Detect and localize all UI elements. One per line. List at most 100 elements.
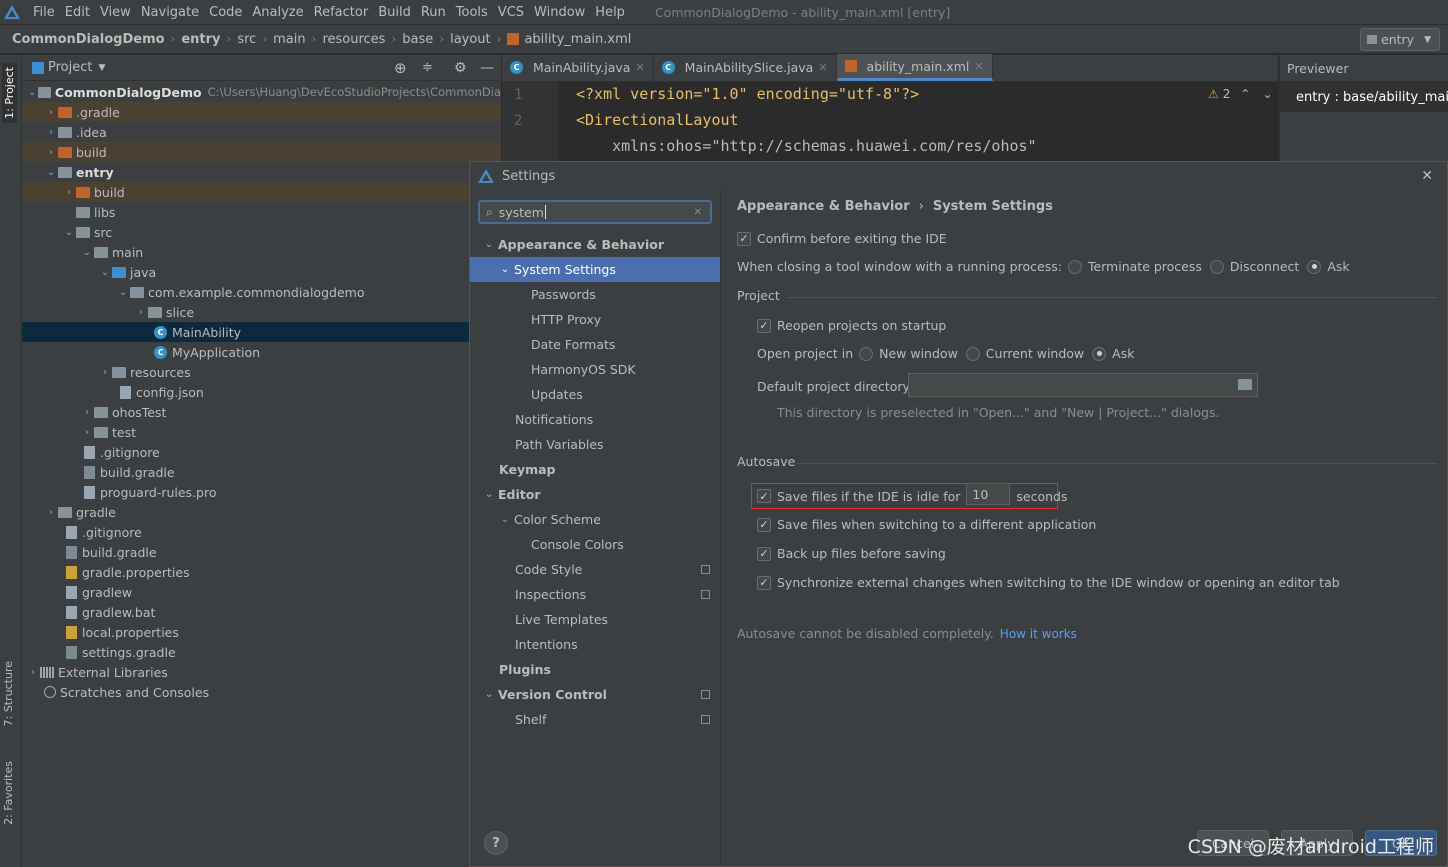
nav-version-control[interactable]: ⌄ Version Control (470, 682, 720, 707)
tree-item[interactable]: .gitignore (22, 442, 501, 462)
favorites-tool-tab[interactable]: 2: Favorites (2, 761, 15, 825)
breadcrumb-base[interactable]: base (402, 32, 433, 47)
close-icon[interactable]: ✕ (1421, 168, 1433, 184)
nav-appearance-behavior[interactable]: ⌄ Appearance & Behavior (470, 232, 720, 257)
tree-item[interactable]: ⌄ main (22, 242, 501, 262)
folder-browse-icon[interactable] (1238, 379, 1252, 390)
tree-item[interactable]: config.json (22, 382, 501, 402)
project-panel-title[interactable]: Project (48, 60, 92, 75)
tree-item[interactable]: › .gradle (22, 102, 501, 122)
tree-item[interactable]: .gitignore (22, 522, 501, 542)
menu-file[interactable]: File (28, 5, 60, 20)
tree-item[interactable]: › External Libraries (22, 662, 501, 682)
tree-item[interactable]: proguard-rules.pro (22, 482, 501, 502)
nav-notifications[interactable]: Notifications (470, 407, 720, 432)
confirm-exit-row[interactable]: ✓ Confirm before exiting the IDE (737, 231, 947, 246)
backup-row[interactable]: ✓ Back up files before saving (757, 546, 946, 561)
tree-item[interactable]: ⌄ CommonDialogDemo C:\Users\Huang\DevEcoSt… (22, 82, 501, 102)
menu-edit[interactable]: Edit (60, 5, 95, 20)
tree-item[interactable]: › slice (22, 302, 501, 322)
tree-item[interactable]: C MainAbility (22, 322, 501, 342)
nav-shelf[interactable]: Shelf (470, 707, 720, 732)
tree-item[interactable]: gradle.properties (22, 562, 501, 582)
settings-search-input[interactable]: ⌕ system ✕ (478, 200, 712, 224)
chevron-down-icon[interactable]: ⌄ (1262, 87, 1272, 101)
tree-item[interactable]: build.gradle (22, 462, 501, 482)
tab-mainabilityslice[interactable]: C MainAbilitySlice.java ✕ (654, 54, 837, 81)
help-button[interactable]: ? (484, 831, 508, 855)
tree-item[interactable]: settings.gradle (22, 642, 501, 662)
menu-help[interactable]: Help (590, 5, 630, 20)
structure-tool-tab[interactable]: 7: Structure (2, 661, 15, 726)
nav-passwords[interactable]: Passwords (470, 282, 720, 307)
radio-ask[interactable] (1092, 346, 1107, 361)
breadcrumb-file[interactable]: ability_main.xml (524, 32, 631, 47)
radio-new-window[interactable] (859, 346, 874, 361)
breadcrumb-project[interactable]: CommonDialogDemo (12, 32, 165, 47)
tree-item[interactable]: › gradle (22, 502, 501, 522)
close-icon[interactable]: ✕ (818, 61, 827, 74)
backup-checkbox[interactable]: ✓ (757, 546, 771, 561)
save-idle-checkbox[interactable]: ✓ (757, 489, 771, 503)
nav-color-scheme[interactable]: ⌄ Color Scheme (470, 507, 720, 532)
nav-http-proxy[interactable]: HTTP Proxy (470, 307, 720, 332)
save-switch-row[interactable]: ✓ Save files when switching to a differen… (757, 517, 1096, 532)
menu-tools[interactable]: Tools (451, 5, 493, 20)
tree-item[interactable]: local.properties (22, 622, 501, 642)
nav-code-style[interactable]: Code Style (470, 557, 720, 582)
tab-mainability[interactable]: C MainAbility.java ✕ (502, 54, 654, 81)
code-editor[interactable]: 1 2 <?xml version="1.0" encoding="utf-8"… (502, 82, 1278, 162)
reopen-checkbox[interactable]: ✓ (757, 318, 771, 333)
chevron-up-icon[interactable]: ⌃ (1240, 87, 1250, 101)
tree-item[interactable]: › ohosTest (22, 402, 501, 422)
gear-icon[interactable]: ⚙ (454, 60, 467, 76)
how-it-works-link[interactable]: How it works (1000, 627, 1077, 641)
tree-item[interactable]: Scratches and Consoles (22, 682, 501, 702)
default-dir-field[interactable] (908, 373, 1258, 397)
menu-refactor[interactable]: Refactor (309, 5, 374, 20)
nav-path-variables[interactable]: Path Variables (470, 432, 720, 457)
idle-seconds-input[interactable]: 10 (966, 483, 1011, 505)
tree-item[interactable]: gradlew (22, 582, 501, 602)
tree-item[interactable]: C MyApplication (22, 342, 501, 362)
tree-item[interactable]: ⌄ com.example.commondialogdemo (22, 282, 501, 302)
menu-navigate[interactable]: Navigate (136, 5, 204, 20)
previewer-file[interactable]: entry : base/ability_main (1280, 82, 1448, 112)
breadcrumb-main[interactable]: main (273, 32, 305, 47)
nav-system-settings[interactable]: ⌄ System Settings (470, 257, 720, 282)
tree-item[interactable]: ⌄ java (22, 262, 501, 282)
tree-item[interactable]: ⌄ src (22, 222, 501, 242)
nav-live-templates[interactable]: Live Templates (470, 607, 720, 632)
collapse-icon[interactable]: ≑ (422, 60, 433, 75)
nav-intentions[interactable]: Intentions (470, 632, 720, 657)
project-tool-tab[interactable]: 1: Project (2, 63, 17, 123)
tree-item[interactable]: › build (22, 182, 501, 202)
menu-view[interactable]: View (95, 5, 136, 20)
menu-code[interactable]: Code (204, 5, 247, 20)
radio-disconnect[interactable] (1209, 259, 1224, 274)
nav-harmonyos-sdk[interactable]: HarmonyOS SDK (470, 357, 720, 382)
chevron-down-icon[interactable]: ▼ (98, 63, 105, 73)
sync-checkbox[interactable]: ✓ (757, 575, 771, 590)
menu-window[interactable]: Window (529, 5, 590, 20)
reopen-row[interactable]: ✓ Reopen projects on startup (757, 318, 946, 333)
menu-analyze[interactable]: Analyze (247, 5, 308, 20)
radio-current-window[interactable] (965, 346, 980, 361)
nav-updates[interactable]: Updates (470, 382, 720, 407)
run-config-selector[interactable]: entry ▼ (1360, 28, 1440, 51)
tree-item[interactable]: › resources (22, 362, 501, 382)
clear-icon[interactable]: ✕ (694, 207, 702, 218)
menu-vcs[interactable]: VCS (493, 5, 529, 20)
menu-build[interactable]: Build (373, 5, 416, 20)
sync-row[interactable]: ✓ Synchronize external changes when switc… (757, 575, 1340, 590)
nav-date-formats[interactable]: Date Formats (470, 332, 720, 357)
locate-icon[interactable]: ⊕ (394, 59, 407, 77)
nav-editor[interactable]: ⌄ Editor (470, 482, 720, 507)
tree-item[interactable]: › build (22, 142, 501, 162)
tab-ability-main-xml[interactable]: ability_main.xml ✕ (836, 54, 993, 81)
breadcrumb-resources[interactable]: resources (322, 32, 385, 47)
radio-terminate[interactable] (1067, 259, 1082, 274)
nav-inspections[interactable]: Inspections (470, 582, 720, 607)
inspection-widget[interactable]: ⚠ 2 ⌃ ⌄ (1208, 87, 1273, 101)
close-icon[interactable]: ✕ (974, 60, 983, 73)
